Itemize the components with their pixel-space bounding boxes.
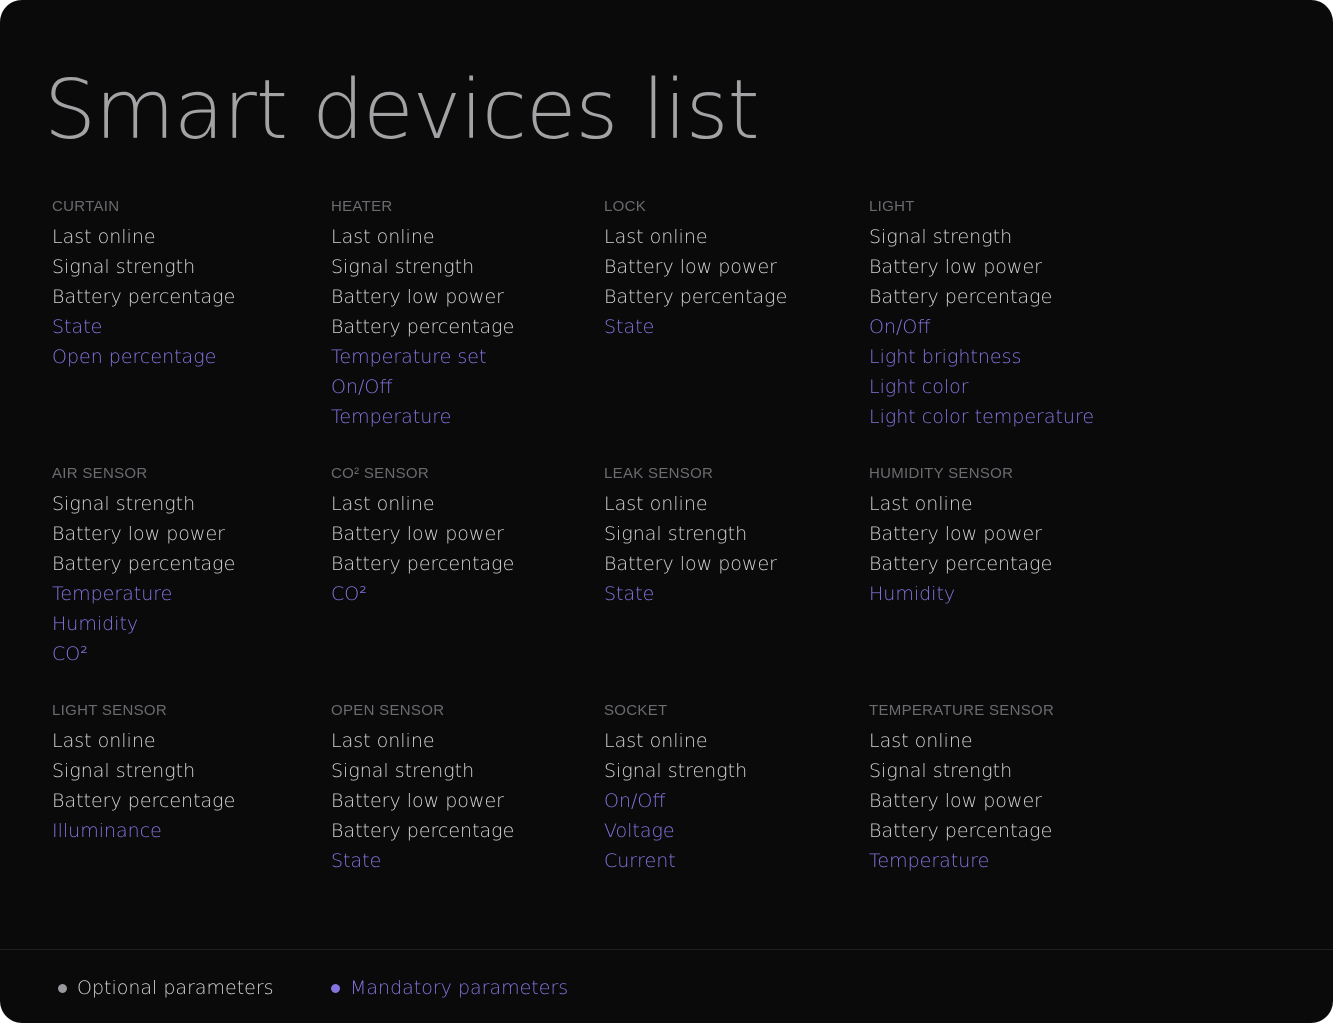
optional-parameter: Battery percentage [331, 316, 515, 338]
optional-parameter: Battery low power [52, 523, 225, 545]
optional-parameter: Battery percentage [331, 820, 515, 842]
optional-parameter: Battery low power [331, 523, 504, 545]
device-group: HEATER Last online Signal strength Battery … [331, 198, 514, 432]
optional-parameter: Last online [869, 493, 973, 515]
optional-parameter: Signal strength [52, 760, 196, 782]
optional-parameter: Last online [869, 730, 973, 752]
optional-parameter: Signal strength [869, 760, 1013, 782]
optional-parameter: Last online [52, 730, 156, 752]
device-group: HUMIDITY SENSOR Last online Battery low po… [869, 465, 1052, 609]
mandatory-parameter: Light color [869, 376, 969, 398]
device-group: LEAK SENSOR Last online Signal strength Bat… [604, 465, 777, 609]
device-group-title: LIGHT [869, 198, 915, 215]
mandatory-parameter: Temperature [869, 850, 990, 872]
optional-parameter: Battery percentage [331, 553, 515, 575]
device-group-title: SOCKET [604, 702, 668, 719]
device-group-title: OPEN SENSOR [331, 702, 445, 719]
mandatory-parameter: Light color temperature [869, 406, 1095, 428]
device-group: CO² SENSOR Last online Battery low power Ba… [331, 465, 514, 609]
optional-parameter: Battery percentage [869, 286, 1053, 308]
optional-parameter: Last online [52, 226, 156, 248]
legend-optional-label: Optional parameters [77, 977, 274, 999]
device-group-title: CO² SENSOR [331, 465, 430, 482]
mandatory-parameter: Humidity [52, 613, 139, 635]
legend-optional: Optional parameters [58, 973, 274, 1003]
optional-parameter: Battery low power [331, 286, 504, 308]
optional-parameter: Battery low power [869, 790, 1042, 812]
mandatory-parameter: State [604, 316, 655, 338]
optional-parameter: Signal strength [52, 493, 196, 515]
mandatory-dot-icon [331, 983, 340, 993]
optional-parameter: Signal strength [52, 256, 196, 278]
mandatory-parameter: Temperature [331, 406, 452, 428]
mandatory-parameter: On/Off [331, 376, 393, 398]
mandatory-parameter: Temperature [52, 583, 173, 605]
optional-parameter: Last online [331, 226, 435, 248]
optional-parameter: Battery low power [331, 790, 504, 812]
mandatory-parameter: Temperature set [331, 346, 487, 368]
device-group: LIGHT Signal strength Battery low power Bat… [869, 198, 1094, 432]
mandatory-parameter: State [604, 583, 655, 605]
optional-parameter: Signal strength [331, 760, 475, 782]
optional-parameter: Last online [331, 493, 435, 515]
footer-divider [0, 949, 1333, 950]
optional-parameter: Signal strength [869, 226, 1013, 248]
legend-mandatory-label: Mandatory parameters [350, 977, 569, 999]
mandatory-parameter: CO² [52, 643, 88, 665]
device-group-title: TEMPERATURE SENSOR [869, 702, 1055, 719]
optional-parameter: Last online [604, 226, 708, 248]
optional-parameter: Signal strength [604, 760, 748, 782]
optional-parameter: Battery percentage [52, 286, 236, 308]
optional-parameter: Battery low power [869, 256, 1042, 278]
optional-parameter: Battery low power [604, 553, 777, 575]
optional-parameter: Battery percentage [52, 553, 236, 575]
mandatory-parameter: State [52, 316, 103, 338]
optional-parameter: Signal strength [604, 523, 748, 545]
mandatory-parameter: Illuminance [52, 820, 162, 842]
optional-parameter: Battery low power [604, 256, 777, 278]
mandatory-parameter: Light brightness [869, 346, 1022, 368]
mandatory-parameter: Current [604, 850, 676, 872]
device-group: SOCKET Last online Signal strength On/Off Vo… [604, 702, 747, 876]
mandatory-parameter: Humidity [869, 583, 956, 605]
device-group-title: LOCK [604, 198, 647, 215]
optional-parameter: Battery low power [869, 523, 1042, 545]
mandatory-parameter: Voltage [604, 820, 675, 842]
device-group: TEMPERATURE SENSOR Last online Signal stre… [869, 702, 1054, 876]
devices-card: Smart devices list CURTAIN Last online Sig… [0, 0, 1333, 1023]
device-group: CURTAIN Last online Signal strength Battery… [52, 198, 235, 372]
device-group: AIR SENSOR Signal strength Battery low pow… [52, 465, 235, 669]
optional-parameter: Last online [604, 730, 708, 752]
device-group-title: HUMIDITY SENSOR [869, 465, 1014, 482]
optional-parameter: Last online [331, 730, 435, 752]
optional-dot-icon [58, 983, 67, 993]
page-title: Smart devices list [44, 63, 760, 158]
mandatory-parameter: On/Off [869, 316, 931, 338]
device-group-title: AIR SENSOR [52, 465, 148, 482]
optional-parameter: Last online [604, 493, 708, 515]
device-group: LOCK Last online Battery low power Battery … [604, 198, 787, 342]
device-group-title: HEATER [331, 198, 393, 215]
legend-mandatory: Mandatory parameters [331, 973, 568, 1003]
device-group-title: LEAK SENSOR [604, 465, 714, 482]
device-group-title: LIGHT SENSOR [52, 702, 168, 719]
optional-parameter: Battery percentage [52, 790, 236, 812]
optional-parameter: Battery percentage [869, 820, 1053, 842]
mandatory-parameter: Open percentage [52, 346, 217, 368]
optional-parameter: Battery percentage [869, 553, 1053, 575]
mandatory-parameter: CO² [331, 583, 367, 605]
device-group: LIGHT SENSOR Last online Signal strength Ba… [52, 702, 235, 846]
mandatory-parameter: On/Off [604, 790, 666, 812]
mandatory-parameter: State [331, 850, 382, 872]
device-group-title: CURTAIN [52, 198, 120, 215]
optional-parameter: Battery percentage [604, 286, 788, 308]
device-group: OPEN SENSOR Last online Signal strength Bat… [331, 702, 514, 876]
optional-parameter: Signal strength [331, 256, 475, 278]
